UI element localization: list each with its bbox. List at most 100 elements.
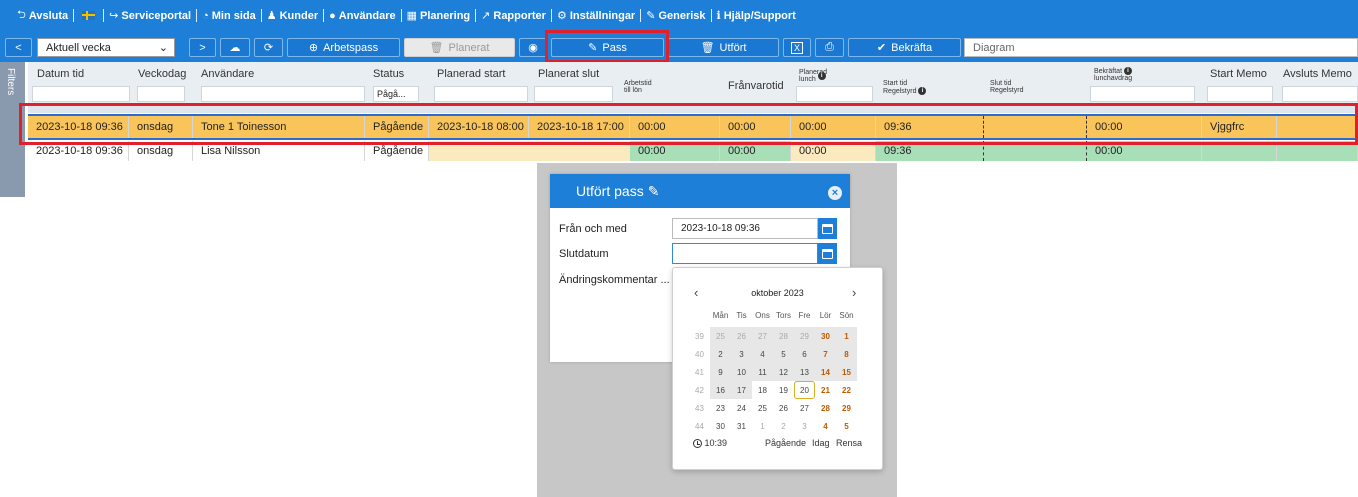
calendar-day[interactable]: 28 [815, 399, 836, 417]
calendar-day[interactable]: 24 [731, 399, 752, 417]
calendar-day[interactable]: 26 [731, 327, 752, 345]
menu-serviceportal[interactable]: ↪ Serviceportal [104, 9, 196, 23]
utfort-button[interactable]: 🗑 Utfört [668, 38, 779, 57]
picker-rensa[interactable]: Rensa [836, 438, 862, 448]
close-icon[interactable]: × [828, 186, 842, 200]
calendar-day[interactable]: 1 [836, 327, 857, 345]
menu-generisk[interactable]: ✎ Generisk [641, 9, 710, 23]
calendar-day[interactable]: 29 [794, 327, 815, 345]
calendar-day[interactable]: 21 [815, 381, 836, 399]
col-planerad-lunch[interactable]: Planerad lunchi [799, 69, 827, 83]
menu-installningar[interactable]: ⚙ Inställningar [552, 9, 640, 23]
filter-avsluts-memo[interactable] [1282, 86, 1358, 102]
calendar-day[interactable]: 4 [752, 345, 773, 363]
calendar-day[interactable]: 29 [836, 399, 857, 417]
menu-planering[interactable]: ▦ Planering [402, 9, 476, 23]
calendar-day[interactable]: 3 [794, 417, 815, 435]
filter-planerad-start[interactable] [434, 86, 528, 102]
col-bekraftat-lunchavdrag[interactable]: Bekräftat i lunchavdrag [1094, 67, 1132, 82]
calendar-day[interactable]: 17 [731, 381, 752, 399]
calendar-day[interactable]: 23 [710, 399, 731, 417]
view-button[interactable]: ◉ [519, 38, 547, 57]
col-datum-tid[interactable]: Datum tid [37, 68, 84, 80]
menu-language[interactable] [74, 11, 103, 20]
col-veckodag[interactable]: Veckodag [138, 68, 186, 80]
menu-avsluta[interactable]: ⮌ Avsluta [12, 6, 73, 25]
cloud-download-button[interactable]: ☁ [220, 38, 250, 57]
calendar-day[interactable]: 22 [836, 381, 857, 399]
next-week-button[interactable]: > [189, 38, 216, 57]
calendar-day[interactable]: 19 [773, 381, 794, 399]
col-start-memo[interactable]: Start Memo [1210, 68, 1267, 80]
filter-planerad-lunch[interactable] [796, 86, 873, 102]
excel-export-button[interactable]: X [783, 38, 811, 57]
calendar-day[interactable]: 30 [815, 327, 836, 345]
filter-planerat-slut[interactable] [534, 86, 613, 102]
calendar-day[interactable]: 15 [836, 363, 857, 381]
calendar-day[interactable]: 5 [773, 345, 794, 363]
calendar-day[interactable]: 20 [794, 381, 815, 399]
next-month-icon[interactable]: › [852, 285, 856, 300]
prev-week-button[interactable]: < [5, 38, 32, 57]
calendar-day[interactable]: 28 [773, 327, 794, 345]
calendar-day[interactable]: 30 [710, 417, 731, 435]
filter-bekraftat[interactable] [1090, 86, 1195, 102]
table-row[interactable]: 2023-10-18 09:36 onsdag Tone 1 Toinesson… [28, 114, 1358, 140]
calendar-day[interactable]: 8 [836, 345, 857, 363]
calendar-day[interactable]: 31 [731, 417, 752, 435]
col-slut-tid[interactable]: Slut tid Regelstyrd [990, 80, 1023, 94]
calendar-day[interactable]: 13 [794, 363, 815, 381]
col-arbetstid[interactable]: Arbetstid till lön [624, 80, 652, 94]
filter-datum-tid[interactable] [32, 86, 130, 102]
arbetspass-button[interactable]: ⊕ Arbetspass [287, 38, 400, 57]
menu-min-sida[interactable]: ◔ Min sida [197, 10, 261, 22]
filters-tab[interactable]: Filters [0, 62, 25, 197]
filter-veckodag[interactable] [137, 86, 185, 102]
calendar-day[interactable]: 9 [710, 363, 731, 381]
menu-hjalp[interactable]: ℹ Hjälp/Support [712, 9, 801, 23]
calendar-day[interactable]: 6 [794, 345, 815, 363]
planerat-button[interactable]: 🗑 Planerat [404, 38, 515, 57]
calendar-day[interactable]: 7 [815, 345, 836, 363]
bekrafta-button[interactable]: ✔ Bekräfta [848, 38, 961, 57]
menu-anvandare[interactable]: ● Användare [324, 10, 401, 22]
calendar-day[interactable]: 27 [794, 399, 815, 417]
filter-anvandare[interactable] [201, 86, 365, 102]
calendar-day[interactable]: 2 [773, 417, 794, 435]
col-franvarotid[interactable]: Frånvarotid [728, 80, 784, 92]
calendar-day[interactable]: 25 [752, 399, 773, 417]
table-row[interactable]: 2023-10-18 09:36 onsdag Lisa Nilsson Påg… [28, 141, 1358, 161]
picker-idag[interactable]: Idag [812, 438, 830, 448]
col-status[interactable]: Status [373, 68, 404, 80]
calendar-day[interactable]: 25 [710, 327, 731, 345]
week-select[interactable]: Aktuell vecka ⌄ [37, 38, 175, 57]
calendar-day[interactable]: 3 [731, 345, 752, 363]
calendar-day[interactable]: 14 [815, 363, 836, 381]
calendar-day[interactable]: 11 [752, 363, 773, 381]
filter-status[interactable]: Pågå... [373, 86, 419, 102]
col-start-tid[interactable]: Start tid Regelstyrd i [883, 80, 927, 95]
pass-button[interactable]: ✎ Pass [551, 38, 664, 57]
col-planerat-slut[interactable]: Planerat slut [538, 68, 599, 80]
calendar-day[interactable]: 16 [710, 381, 731, 399]
slutdatum-input[interactable] [672, 243, 818, 264]
calendar-day[interactable]: 1 [752, 417, 773, 435]
col-anvandare[interactable]: Användare [201, 68, 254, 80]
refresh-button[interactable]: ⟳ [254, 38, 283, 57]
col-planerad-start[interactable]: Planerad start [437, 68, 505, 80]
print-button[interactable]: ⎙ [815, 38, 844, 57]
picker-time[interactable]: 10:39 [693, 438, 727, 449]
calendar-day[interactable]: 26 [773, 399, 794, 417]
diagram-input[interactable]: Diagram [964, 38, 1358, 57]
fran-input[interactable]: 2023-10-18 09:36 [672, 218, 818, 239]
calendar-day[interactable]: 5 [836, 417, 857, 435]
calendar-day[interactable]: 18 [752, 381, 773, 399]
calendar-day[interactable]: 27 [752, 327, 773, 345]
menu-kunder[interactable]: ♟ Kunder [262, 9, 323, 23]
calendar-day[interactable]: 10 [731, 363, 752, 381]
menu-rapporter[interactable]: ↗ Rapporter [476, 9, 551, 23]
picker-pagaende[interactable]: Pågående [765, 438, 806, 448]
calendar-day[interactable]: 4 [815, 417, 836, 435]
fran-calendar-button[interactable] [818, 218, 837, 239]
calendar-day[interactable]: 12 [773, 363, 794, 381]
